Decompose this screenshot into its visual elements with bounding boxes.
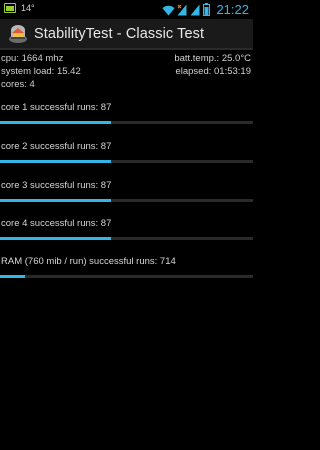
- core-1-progress-fill: [0, 121, 112, 124]
- core-count: cores: 4: [1, 79, 35, 90]
- status-bar: 14° 21:22: [0, 0, 253, 19]
- stability-app-icon[interactable]: [8, 24, 28, 44]
- wifi-icon: [162, 5, 175, 15]
- system-load: system load: 15.42: [1, 66, 81, 77]
- signal-icon: [177, 4, 187, 16]
- core-3-progress-fill: [0, 199, 112, 202]
- temperature-text: 14°: [21, 3, 35, 13]
- core-2-progress-fill: [0, 160, 112, 163]
- core-2-progress-bar: [0, 160, 253, 163]
- core-4-progress-fill: [0, 237, 112, 240]
- ram-progress-bar: [0, 275, 253, 278]
- action-bar: StabilityTest - Classic Test: [0, 19, 253, 50]
- ram-runs-label: RAM (760 mib / run) successful runs: 714: [1, 256, 176, 267]
- app-title: StabilityTest - Classic Test: [34, 26, 205, 42]
- core-1-progress-bar: [0, 121, 253, 124]
- signal-icon: [190, 4, 200, 16]
- battery-temperature: batt.temp.: 25.0°C: [174, 53, 251, 64]
- core-4-runs-label: core 4 successful runs: 87: [1, 218, 112, 229]
- core-4-progress-bar: [0, 237, 253, 240]
- core-3-runs-label: core 3 successful runs: 87: [1, 180, 112, 191]
- core-2-runs-label: core 2 successful runs: 87: [1, 141, 112, 152]
- cpu-frequency: cpu: 1664 mhz: [1, 53, 64, 64]
- core-3-progress-bar: [0, 199, 253, 202]
- battery-icon: [4, 3, 16, 13]
- clock-time: 21:22: [216, 2, 249, 17]
- battery-icon: [203, 3, 211, 16]
- core-1-runs-label: core 1 successful runs: 87: [1, 102, 112, 113]
- ram-progress-fill: [0, 275, 26, 278]
- elapsed-time: elapsed: 01:53:19: [175, 66, 251, 77]
